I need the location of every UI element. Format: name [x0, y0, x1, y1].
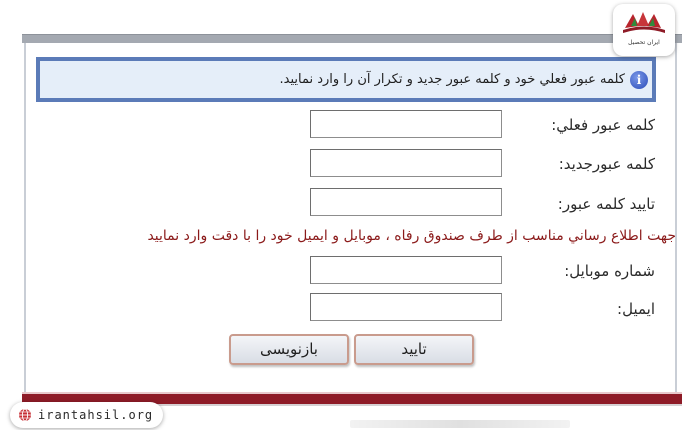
site-url: irantahsil.org	[38, 408, 154, 422]
svg-text:ایران تحصیل: ایران تحصیل	[628, 39, 660, 46]
current-password-input[interactable]	[310, 110, 502, 138]
contact-note: جهت اطلاع رساني مناسب از طرف صندوق رفاه …	[147, 228, 676, 244]
confirm-password-input[interactable]	[310, 188, 502, 216]
top-band	[22, 34, 682, 43]
mobile-input[interactable]	[310, 256, 502, 284]
current-password-label: کلمه عبور فعلي:	[551, 116, 655, 134]
email-label: ایمیل:	[617, 300, 655, 318]
email-input[interactable]	[310, 293, 502, 321]
confirm-password-label: تایید کلمه عبور:	[557, 195, 655, 213]
rewrite-button[interactable]: بازنویسی	[229, 334, 349, 365]
instruction-notice: i کلمه عبور فعلي خود و کلمه عبور جدید و …	[36, 57, 656, 102]
faint-caption	[350, 420, 570, 428]
globe-icon	[19, 408, 31, 422]
new-password-input[interactable]	[310, 149, 502, 177]
top-strip	[0, 0, 700, 34]
confirm-button[interactable]: تایید	[354, 334, 474, 365]
brand-logo: ایران تحصیل	[613, 4, 675, 56]
mobile-label: شماره موبایل:	[564, 262, 655, 280]
info-icon: i	[630, 70, 648, 89]
site-watermark: irantahsil.org	[10, 402, 163, 428]
new-password-label: کلمه عبورجدید:	[558, 155, 655, 173]
notice-text: کلمه عبور فعلي خود و کلمه عبور جدید و تک…	[279, 72, 625, 87]
